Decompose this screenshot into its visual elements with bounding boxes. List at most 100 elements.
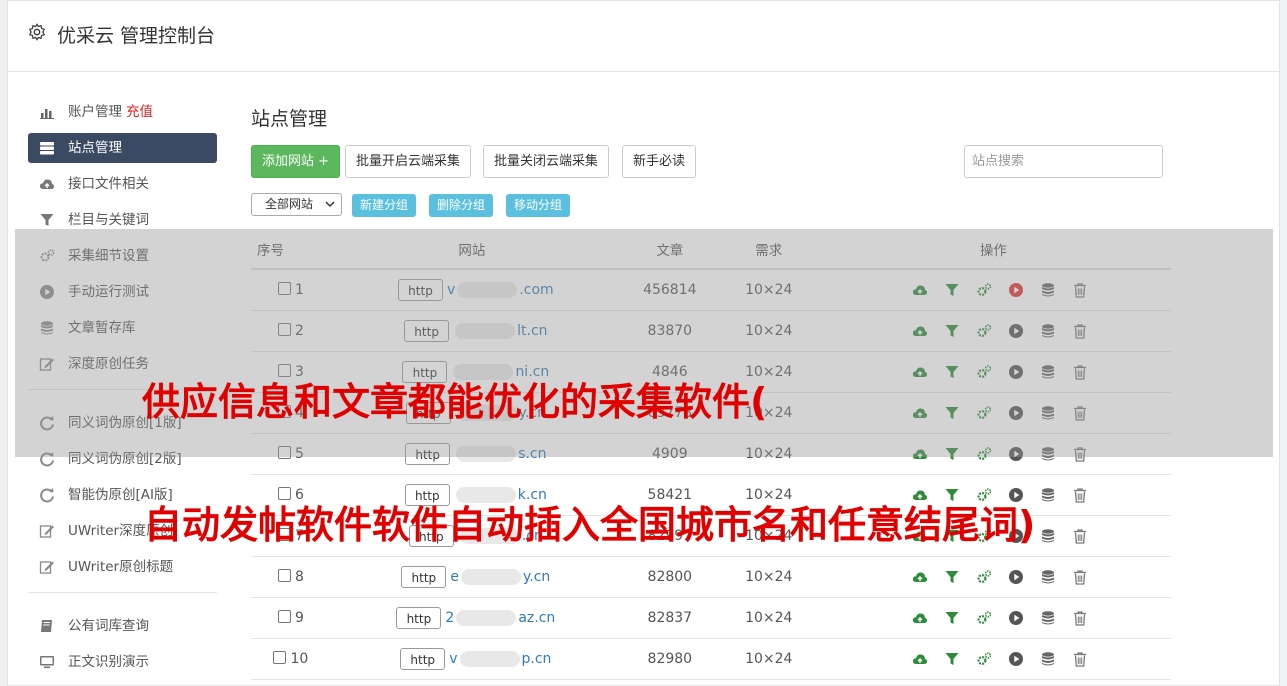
filter-icon[interactable] <box>944 569 960 585</box>
sidebar-item-label: 站点管理 <box>68 140 122 156</box>
batch-disable-cloud-button[interactable]: 批量关闭云端采集 <box>483 145 610 178</box>
sidebar-item-c1[interactable]: 正文识别演示 <box>28 647 217 677</box>
sidebar-item-label: 公有词库查询 <box>68 618 149 634</box>
site-search-input[interactable]: 站点搜索 <box>964 145 1163 178</box>
http-button[interactable]: http <box>396 607 442 629</box>
cogs-icon[interactable] <box>976 569 992 585</box>
main-content: 站点管理 添加网站 + 批量开启云端采集 批量关闭云端采集 新手必读 站点搜索 … <box>251 101 1171 680</box>
guide-button[interactable]: 新手必读 <box>622 145 697 178</box>
database-icon[interactable] <box>1040 610 1056 626</box>
row-number: 10 <box>251 638 326 680</box>
caption-line-2: 自动发帖软件软件自动插入全国城市名和任意结尾词) <box>144 503 1036 547</box>
sidebar-item-a0[interactable]: 账户管理 充值 <box>28 97 217 127</box>
filter-icon[interactable] <box>944 610 960 626</box>
site-domain[interactable]: 2 az.cn <box>445 610 555 626</box>
edit-icon <box>39 561 54 574</box>
database-icon[interactable] <box>1040 569 1056 585</box>
redacted-area <box>456 610 517 626</box>
domain-suffix: p.cn <box>521 651 552 667</box>
row-index: 8 <box>294 569 304 585</box>
bar-chart-icon <box>40 109 54 119</box>
sidebar-divider <box>28 592 217 593</box>
page-title: 站点管理 <box>251 108 328 130</box>
http-button[interactable]: http <box>401 566 447 588</box>
article-count[interactable]: 82837 <box>617 597 722 639</box>
site-cell: http 2 az.cn <box>325 597 618 639</box>
table-row: 8 http e y.cn 82800 10×24 <box>251 556 1171 598</box>
add-site-button[interactable]: 添加网站 + <box>251 145 341 178</box>
batch-enable-cloud-button[interactable]: 批量开启云端采集 <box>345 145 472 178</box>
move-group-button[interactable]: 移动分组 <box>506 194 571 217</box>
actions-cell <box>815 638 1171 680</box>
cloud-upload-icon[interactable] <box>912 610 928 626</box>
gear-icon <box>28 23 46 41</box>
sidebar-item-label: UWriter原创标题 <box>68 559 174 575</box>
domain-prefix: 2 <box>445 610 455 626</box>
site-domain[interactable]: v p.cn <box>449 651 551 667</box>
database-icon[interactable] <box>1040 487 1056 503</box>
server-icon <box>40 142 54 155</box>
recharge-link[interactable]: 充值 <box>126 104 153 120</box>
domain-suffix: az.cn <box>518 610 556 626</box>
sidebar-item-a1[interactable]: 站点管理 <box>28 133 217 163</box>
trash-icon[interactable] <box>1072 528 1088 544</box>
sidebar-item-a2[interactable]: 接口文件相关 <box>28 169 217 199</box>
table-row: 10 http v p.cn 82980 10×24 <box>251 638 1171 680</box>
article-count[interactable]: 82800 <box>617 556 722 598</box>
group-toolbar: 全部网站 新建分组 删除分组 移动分组 <box>251 191 1171 221</box>
demand-value[interactable]: 10×24 <box>721 597 816 639</box>
caption-line-1: 供应信息和文章都能优化的采集软件( <box>142 380 768 424</box>
app-title: 优采云 管理控制台 <box>57 25 216 47</box>
site-cell: http v p.cn <box>325 638 618 680</box>
cloud-upload-icon[interactable] <box>912 569 928 585</box>
new-group-button[interactable]: 新建分组 <box>352 194 417 217</box>
site-cell: http e y.cn <box>325 556 618 598</box>
domain-prefix: v <box>449 651 458 667</box>
play-icon[interactable] <box>1008 569 1024 585</box>
article-count[interactable]: 82980 <box>617 638 722 680</box>
site-domain[interactable]: e y.cn <box>450 569 550 585</box>
cloud-upload-icon <box>39 179 55 189</box>
book-icon <box>41 620 52 632</box>
sidebar-item-label: 接口文件相关 <box>68 176 149 192</box>
http-button[interactable]: http <box>400 648 446 670</box>
group-select[interactable]: 全部网站 <box>251 193 342 216</box>
redacted-area <box>460 569 521 585</box>
trash-icon[interactable] <box>1072 651 1088 667</box>
chevron-down-icon <box>325 201 335 208</box>
redacted-area <box>459 651 520 667</box>
row-checkbox[interactable] <box>277 610 291 623</box>
cloud-upload-icon[interactable] <box>912 651 928 667</box>
domain-prefix: e <box>450 569 459 585</box>
filter-icon <box>40 214 54 226</box>
sidebar-item-b4[interactable]: UWriter原创标题 <box>28 552 217 582</box>
demand-value[interactable]: 10×24 <box>721 556 816 598</box>
demand-value[interactable]: 10×24 <box>721 638 816 680</box>
toolbar: 添加网站 + 批量开启云端采集 批量关闭云端采集 新手必读 站点搜索 <box>251 145 1171 179</box>
row-checkbox[interactable] <box>273 651 287 664</box>
play-icon[interactable] <box>1008 651 1024 667</box>
database-icon[interactable] <box>1040 651 1056 667</box>
cogs-icon[interactable] <box>976 651 992 667</box>
trash-icon[interactable] <box>1072 610 1088 626</box>
trash-icon[interactable] <box>1072 487 1088 503</box>
group-select-value: 全部网站 <box>265 197 314 211</box>
play-icon[interactable] <box>1008 610 1024 626</box>
delete-group-button[interactable]: 删除分组 <box>429 194 494 217</box>
row-index: 10 <box>290 651 309 667</box>
trash-icon[interactable] <box>1072 569 1088 585</box>
edit-icon <box>39 525 54 538</box>
database-icon[interactable] <box>1040 528 1056 544</box>
actions-cell <box>815 556 1171 598</box>
monitor-icon <box>40 656 54 669</box>
cogs-icon[interactable] <box>976 610 992 626</box>
row-checkbox[interactable] <box>277 569 291 582</box>
filter-icon[interactable] <box>944 651 960 667</box>
sidebar-item-label: 正文识别演示 <box>68 654 149 670</box>
sidebar-item-label: 栏目与关键词 <box>68 212 149 228</box>
table-row: 9 http 2 az.cn 82837 10×24 <box>251 597 1171 639</box>
row-index: 9 <box>294 610 304 626</box>
actions-cell <box>815 597 1171 639</box>
top-bar: 优采云 管理控制台 <box>8 1 1279 72</box>
sidebar-item-c0[interactable]: 公有词库查询 <box>28 611 217 641</box>
